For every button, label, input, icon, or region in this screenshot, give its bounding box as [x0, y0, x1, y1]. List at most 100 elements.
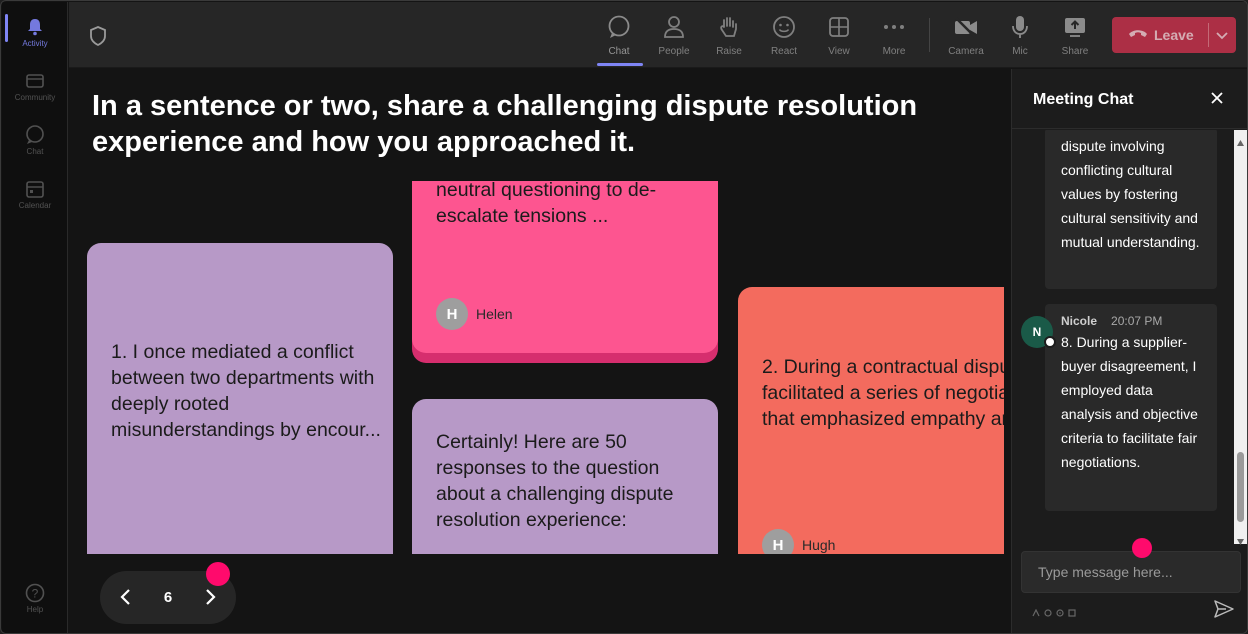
card-author: H Hugh	[762, 529, 835, 554]
react-button[interactable]: React	[759, 10, 809, 64]
toolbar-label: More	[882, 46, 906, 57]
people-button[interactable]: People	[649, 10, 699, 64]
leave-button[interactable]: Leave	[1112, 17, 1236, 53]
page-number: 6	[163, 589, 173, 606]
scroll-down-icon[interactable]	[1237, 532, 1244, 550]
card-text: Certainly! Here are 50 responses to the …	[436, 431, 674, 531]
calendar-icon	[25, 179, 45, 199]
message-time: 20:07 PM	[1111, 314, 1163, 328]
chat-title: Meeting Chat	[1033, 91, 1134, 108]
author-name: Hugh	[802, 537, 836, 553]
avatar: H	[436, 298, 468, 330]
sender-name: Nicole	[1061, 314, 1098, 328]
share-icon	[1062, 14, 1088, 40]
author-name: Helen	[476, 306, 513, 322]
message-text: 8. During a supplier-buyer disagreement,…	[1061, 334, 1198, 470]
mic-button[interactable]: Mic	[995, 10, 1045, 64]
scroll-up-icon[interactable]	[1237, 133, 1244, 151]
chevron-down-icon[interactable]	[1214, 27, 1230, 48]
emoji-icon[interactable]	[1056, 604, 1064, 622]
close-icon[interactable]	[1210, 91, 1224, 110]
chat-button[interactable]: Chat	[594, 10, 644, 64]
share-button[interactable]: Share	[1050, 10, 1100, 64]
message-meta: Nicole 20:07 PM	[1061, 314, 1201, 328]
rail-item-activity[interactable]: Activity	[2, 8, 68, 56]
card-author: H Helen	[436, 298, 513, 330]
pointer-indicator	[1132, 538, 1152, 558]
chat-header: Meeting Chat	[1012, 69, 1247, 129]
hand-icon	[716, 14, 742, 40]
response-card[interactable]: 1. I once mediated a conflict between tw…	[87, 243, 393, 554]
mic-icon	[1007, 14, 1033, 40]
camera-off-icon	[953, 14, 979, 40]
attach-icon[interactable]	[1044, 604, 1052, 622]
gif-icon[interactable]	[1068, 604, 1076, 622]
question-title: In a sentence or two, share a challengin…	[92, 90, 918, 158]
meeting-toolbar: Chat People Raise React View More Camera…	[69, 2, 1247, 68]
chat-message: dispute involving conflicting cultural v…	[1045, 130, 1217, 289]
leave-divider	[1208, 23, 1209, 47]
toolbar-label: Chat	[608, 46, 630, 57]
scrollbar-thumb[interactable]	[1237, 452, 1244, 522]
responses-board: 1. I once mediated a conflict between tw…	[69, 181, 1004, 554]
presence-dot	[1044, 336, 1056, 348]
toolbar-label: Camera	[948, 46, 984, 57]
shield-icon	[89, 26, 107, 51]
message-input[interactable]	[1022, 552, 1240, 592]
rail-item-calendar[interactable]: Calendar	[2, 170, 68, 218]
card-text: 2. During a contractual dispute, I facil…	[762, 356, 1004, 430]
camera-button[interactable]: Camera	[941, 10, 991, 64]
meeting-chat-panel: Meeting Chat dispute involving conflicti…	[1011, 69, 1247, 633]
people-icon	[661, 14, 687, 40]
community-icon	[25, 71, 45, 91]
card-text: neutral questioning to de-escalate tensi…	[436, 181, 657, 227]
toolbar-divider	[929, 18, 930, 52]
toolbar-label: React	[770, 46, 798, 57]
chat-tab-indicator	[597, 63, 643, 66]
left-rail: Activity Community Chat Calendar ? Help	[2, 2, 68, 633]
avatar: H	[762, 529, 794, 554]
toolbar-label: Raise	[716, 46, 742, 57]
rail-item-chat[interactable]: Chat	[2, 116, 68, 164]
grid-icon	[826, 14, 852, 40]
rail-label: Community	[14, 92, 56, 102]
rail-item-community[interactable]: Community	[2, 62, 68, 110]
chat-scrollbar[interactable]	[1234, 130, 1247, 545]
svg-text:?: ?	[32, 586, 39, 600]
message-compose	[1021, 551, 1241, 593]
more-icon	[881, 14, 907, 40]
smiley-icon	[771, 14, 797, 40]
chat-message: Nicole 20:07 PM 8. During a supplier-buy…	[1045, 304, 1217, 511]
meeting-window: Activity Community Chat Calendar ? Help	[0, 0, 1248, 634]
response-card[interactable]: 2. During a contractual dispute, I facil…	[738, 287, 1004, 554]
response-card[interactable]: Certainly! Here are 50 responses to the …	[412, 399, 718, 554]
view-button[interactable]: View	[814, 10, 864, 64]
raise-hand-button[interactable]: Raise	[704, 10, 754, 64]
help-icon: ?	[25, 583, 45, 603]
send-icon[interactable]	[1214, 600, 1234, 623]
more-button[interactable]: More	[869, 10, 919, 64]
pointer-indicator	[206, 562, 230, 586]
toolbar-label: View	[828, 46, 850, 57]
response-card[interactable]: neutral questioning to de-escalate tensi…	[412, 181, 718, 353]
rail-label: Help	[26, 604, 44, 614]
chevron-left-icon[interactable]	[118, 587, 134, 612]
toolbar-label: People	[658, 46, 690, 57]
shared-stage: In a sentence or two, share a challengin…	[69, 69, 1010, 633]
rail-label: Calendar	[18, 200, 52, 210]
format-toolbar	[1032, 604, 1076, 622]
rail-label: Activity	[22, 38, 48, 48]
phone-hangup-icon	[1128, 26, 1148, 44]
chat-icon	[25, 124, 45, 145]
chat-icon	[606, 14, 632, 40]
leave-label: Leave	[1154, 27, 1194, 43]
chevron-right-icon[interactable]	[202, 587, 218, 612]
message-text: dispute involving conflicting cultural v…	[1061, 138, 1200, 250]
chat-messages: dispute involving conflicting cultural v…	[1012, 130, 1234, 544]
toolbar-label: Mic	[1012, 46, 1028, 57]
rail-item-help[interactable]: ? Help	[2, 574, 68, 622]
bell-icon	[25, 17, 45, 37]
format-icon[interactable]	[1032, 604, 1040, 622]
toolbar-label: Share	[1061, 46, 1089, 57]
card-text: 1. I once mediated a conflict between tw…	[111, 341, 381, 441]
